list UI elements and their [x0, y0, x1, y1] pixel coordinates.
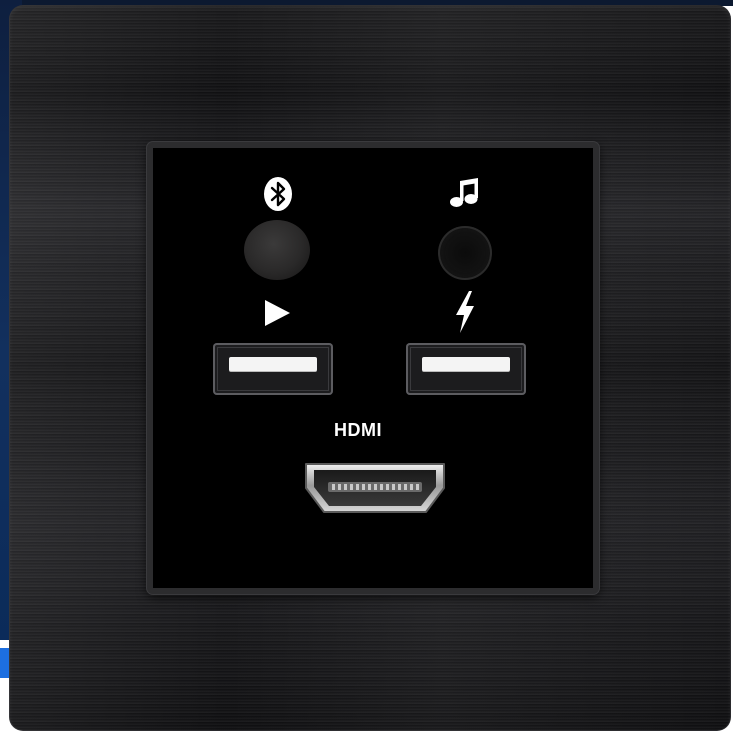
play-icon [265, 300, 290, 326]
music-note-icon [450, 178, 478, 207]
product-photo: HDMI [0, 0, 733, 733]
bluetooth-pair-button[interactable] [244, 220, 310, 280]
charging-bolt-icon [456, 291, 474, 333]
usb-charging-port[interactable] [406, 343, 526, 395]
bluetooth-icon [264, 177, 292, 211]
hdmi-port[interactable] [300, 458, 450, 520]
hdmi-label: HDMI [334, 420, 382, 440]
usb-tongue [229, 357, 317, 371]
aux-audio-jack[interactable] [438, 226, 492, 280]
usb-media-port[interactable] [213, 343, 333, 395]
usb-tongue [422, 357, 510, 371]
